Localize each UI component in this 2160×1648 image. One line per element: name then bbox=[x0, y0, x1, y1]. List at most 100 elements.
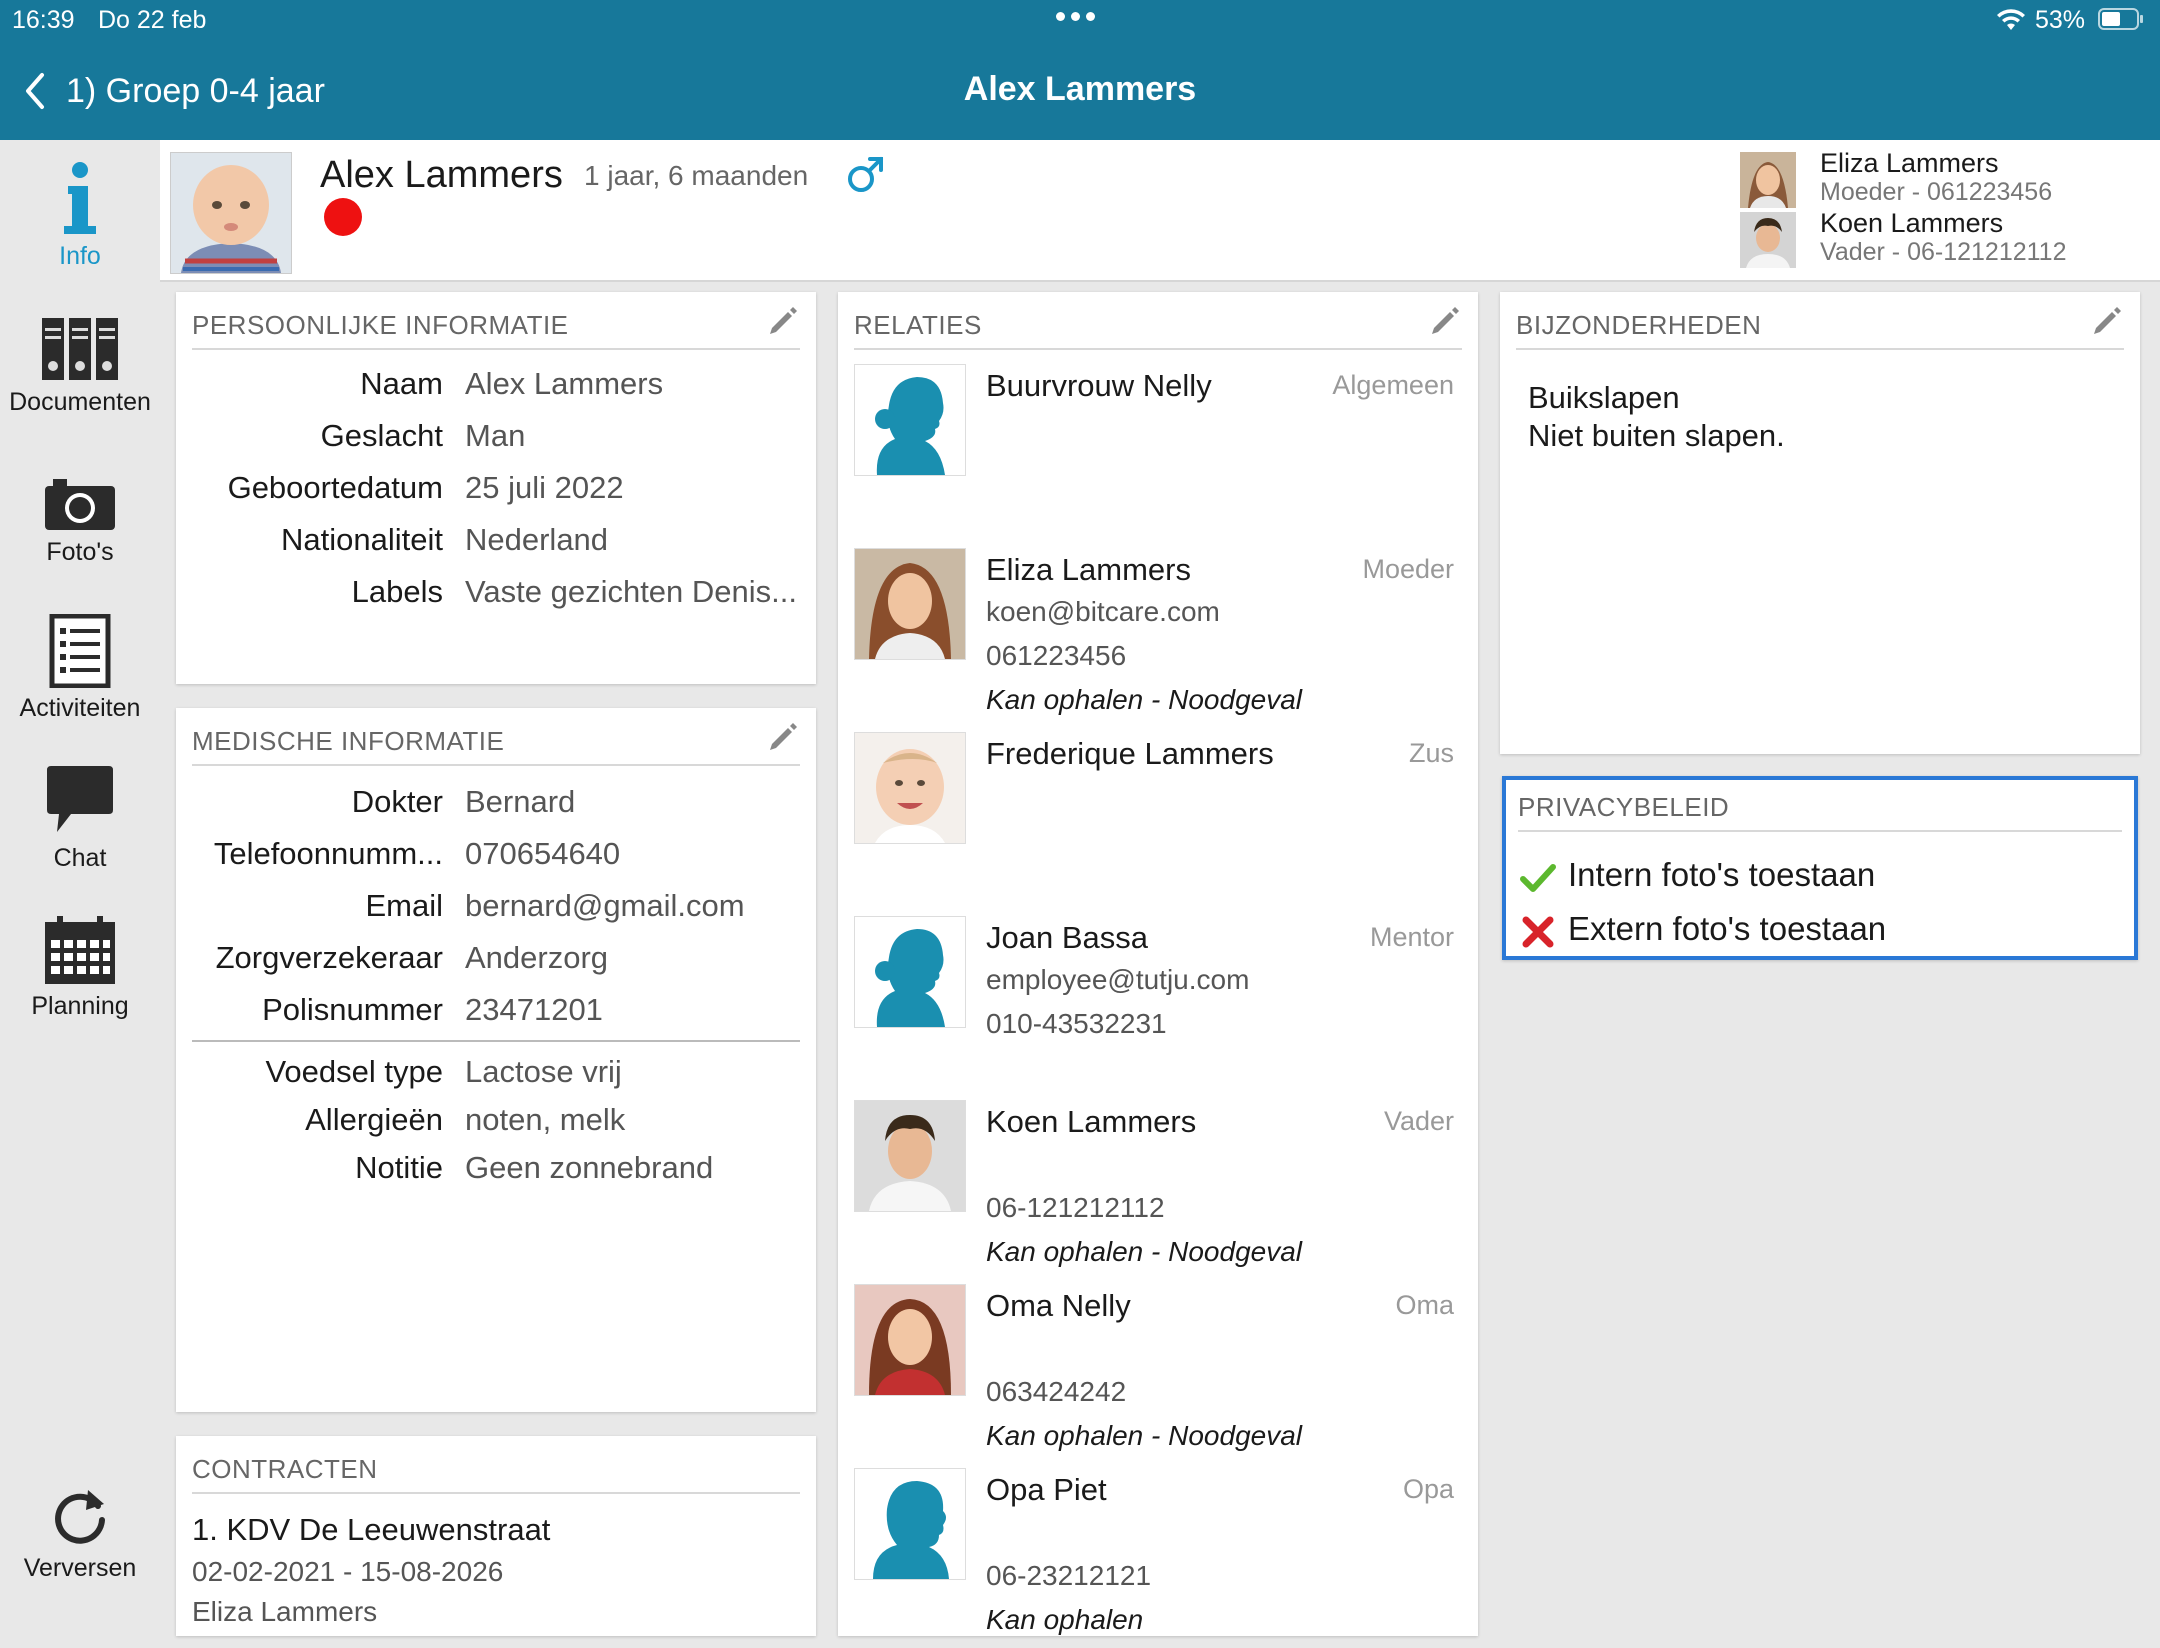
chevron-left-icon bbox=[26, 73, 44, 109]
info-key: Allergieën bbox=[305, 1102, 443, 1137]
man-photo bbox=[854, 1100, 966, 1212]
info-row: Geboortedatum 25 juli 2022 bbox=[176, 470, 816, 510]
details-line: Buikslapen bbox=[1528, 380, 1680, 415]
info-value: Man bbox=[465, 418, 526, 453]
refresh-icon bbox=[55, 1490, 105, 1544]
info-value: 070654640 bbox=[465, 836, 621, 871]
details-line: Niet buiten slapen. bbox=[1528, 418, 1785, 453]
pencil-icon[interactable] bbox=[766, 304, 800, 338]
info-key: Zorgverzekeraar bbox=[215, 940, 443, 975]
sidebar-item-planning[interactable]: Planning bbox=[0, 914, 160, 1021]
info-row: Telefoonnumm... 070654640 bbox=[176, 836, 816, 876]
pencil-icon[interactable] bbox=[1428, 304, 1462, 338]
male-silhouette-icon bbox=[854, 1468, 966, 1580]
relation-name: Koen Lammers bbox=[986, 1104, 1197, 1139]
info-row: Polisnummer 23471201 bbox=[176, 992, 816, 1032]
info-value: Nederland bbox=[465, 522, 609, 557]
sidebar-item-documenten[interactable]: Documenten bbox=[0, 316, 160, 417]
relation-role: Zus bbox=[1408, 738, 1454, 768]
relation-role: Vader bbox=[1383, 1106, 1454, 1136]
relation-item[interactable]: Frederique Lammers Zus bbox=[838, 732, 1478, 912]
speech-bubble-icon bbox=[47, 766, 113, 832]
relation-item[interactable]: Joan Bassa Mentor employee@tutju.com 010… bbox=[838, 916, 1478, 1096]
sidebar-item-label: Chat bbox=[53, 844, 107, 872]
battery-percentage: 53% bbox=[2035, 6, 2086, 34]
info-value: Anderzorg bbox=[465, 940, 609, 975]
relation-phone: 061223456 bbox=[986, 640, 1127, 671]
relation-phone: 06-23212121 bbox=[986, 1560, 1152, 1591]
contracts-card: CONTRACTEN 1. KDV De Leeuwenstraat 02-02… bbox=[176, 1436, 816, 1636]
divider bbox=[192, 1040, 800, 1042]
back-label: 1) Groep 0-4 jaar bbox=[66, 71, 325, 110]
relation-name: Frederique Lammers bbox=[986, 736, 1274, 771]
info-row: Geslacht Man bbox=[176, 418, 816, 458]
pencil-icon[interactable] bbox=[2090, 304, 2124, 338]
info-row: Naam Alex Lammers bbox=[176, 366, 816, 406]
info-key: Email bbox=[365, 888, 443, 923]
relation-role: Moeder bbox=[1362, 554, 1454, 584]
female-silhouette-icon bbox=[854, 364, 966, 476]
sidebar-item-activiteiten[interactable]: Activiteiten bbox=[0, 614, 160, 723]
battery-icon bbox=[2098, 8, 2143, 30]
info-value: Bernard bbox=[465, 784, 576, 819]
relation-permissions: Kan ophalen - Noodgeval bbox=[986, 1236, 1303, 1267]
info-key: Dokter bbox=[351, 784, 443, 819]
relation-item[interactable]: Opa Piet Opa 06-23212121 Kan ophalen bbox=[838, 1468, 1478, 1648]
multitasking-dots-icon[interactable] bbox=[1056, 8, 1104, 22]
relation-name: Opa Piet bbox=[986, 1472, 1107, 1507]
child-age: 1 jaar, 6 maanden bbox=[584, 160, 809, 191]
privacy-label: Intern foto's toestaan bbox=[1568, 856, 1876, 893]
info-key: Nationaliteit bbox=[281, 522, 443, 557]
info-key: Voedsel type bbox=[265, 1054, 443, 1089]
card-title: CONTRACTEN bbox=[192, 1454, 800, 1494]
relation-item[interactable]: Buurvrouw Nelly Algemeen bbox=[838, 364, 1478, 544]
relation-name: Joan Bassa bbox=[986, 920, 1148, 955]
sidebar-item-fotos[interactable]: Foto's bbox=[0, 474, 160, 567]
parent-avatar bbox=[1740, 152, 1796, 208]
info-value: Vaste gezichten Denis... bbox=[465, 574, 797, 609]
male-symbol-icon bbox=[848, 157, 883, 192]
parent-name: Koen Lammers bbox=[1820, 208, 2004, 238]
relation-permissions: Kan ophalen - Noodgeval bbox=[986, 684, 1303, 715]
sidebar-item-label: Foto's bbox=[46, 538, 114, 566]
info-key: Geboortedatum bbox=[227, 470, 443, 505]
relation-role: Mentor bbox=[1369, 922, 1454, 952]
info-value: Geen zonnebrand bbox=[465, 1150, 714, 1185]
personal-info-card: PERSOONLIJKE INFORMATIE Naam Alex Lammers… bbox=[176, 292, 816, 684]
details-card: BIJZONDERHEDEN Buikslapen Niet buiten sl… bbox=[1500, 292, 2140, 754]
child-avatar[interactable] bbox=[170, 152, 292, 274]
relation-item[interactable]: Eliza Lammers Moeder koen@bitcare.com 06… bbox=[838, 548, 1478, 728]
camera-icon bbox=[45, 479, 115, 530]
relation-role: Oma bbox=[1395, 1290, 1454, 1320]
relations-card: RELATIES Buurvrouw Nelly Algemeen Eliza … bbox=[838, 292, 1478, 1636]
relation-name: Eliza Lammers bbox=[986, 552, 1191, 587]
relation-permissions: Kan ophalen bbox=[986, 1604, 1144, 1635]
pencil-icon[interactable] bbox=[766, 720, 800, 754]
status-indicator bbox=[324, 198, 362, 236]
contract-name[interactable]: 1. KDV De Leeuwenstraat bbox=[192, 1512, 550, 1548]
info-key: Naam bbox=[360, 366, 443, 401]
info-value: 23471201 bbox=[465, 992, 603, 1027]
relation-phone: 06-121212112 bbox=[986, 1192, 1165, 1223]
relation-item[interactable]: Oma Nelly Oma 063424242 Kan ophalen - No… bbox=[838, 1284, 1478, 1464]
info-row: Allergieën noten, melk bbox=[176, 1102, 816, 1142]
info-value: noten, melk bbox=[465, 1102, 626, 1137]
medical-info-card: MEDISCHE INFORMATIE Dokter Bernard Telefo… bbox=[176, 708, 816, 1412]
sidebar-item-label: Documenten bbox=[9, 388, 151, 416]
back-button[interactable]: 1) Groep 0-4 jaar bbox=[22, 66, 325, 116]
sidebar: Info Documenten Foto's Activiteiten Chat… bbox=[0, 140, 160, 1620]
info-row: Zorgverzekeraar Anderzorg bbox=[176, 940, 816, 980]
sidebar-item-info[interactable]: Info bbox=[0, 160, 160, 271]
navigation-bar: 16:39 Do 22 feb 53% 1) Groep 0-4 jaar Al… bbox=[0, 0, 2160, 140]
refresh-label: Verversen bbox=[23, 1554, 137, 1582]
info-row: Email bernard@gmail.com bbox=[176, 888, 816, 928]
relation-email: koen@bitcare.com bbox=[986, 596, 1220, 627]
woman-photo bbox=[854, 548, 966, 660]
info-row: Dokter Bernard bbox=[176, 784, 816, 824]
refresh-button[interactable]: Verversen bbox=[0, 1484, 160, 1583]
status-time: 16:39 bbox=[12, 6, 75, 34]
relation-item[interactable]: Koen Lammers Vader 06-121212112 Kan opha… bbox=[838, 1100, 1478, 1280]
sidebar-item-chat[interactable]: Chat bbox=[0, 764, 160, 873]
child-header: Alex Lammers 1 jaar, 6 maanden Eliza Lam… bbox=[160, 140, 2160, 282]
privacy-card[interactable]: PRIVACYBELEID Intern foto's toestaan Ext… bbox=[1502, 776, 2138, 960]
